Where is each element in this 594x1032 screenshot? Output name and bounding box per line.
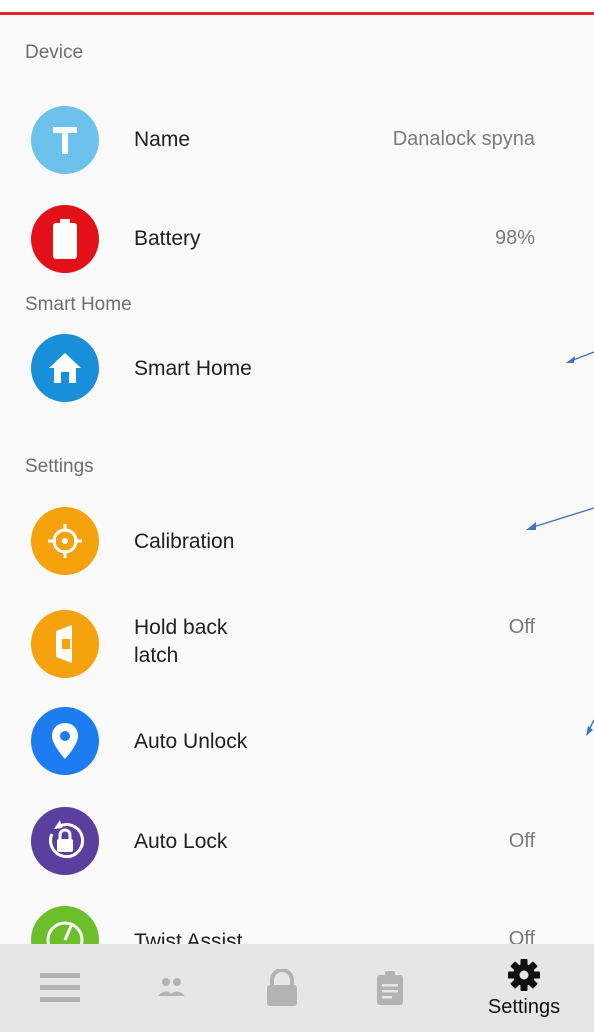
hold-back-latch-label: Hold back latch [134, 614, 227, 670]
row-twist-assist[interactable]: Twist Assist Off [0, 906, 594, 944]
name-label: Name [134, 128, 191, 151]
auto-unlock-label: Auto Unlock [134, 730, 248, 753]
row-battery[interactable]: Battery 98% [0, 200, 594, 280]
calibration-label: Calibration [134, 530, 235, 553]
row-smart-home[interactable]: Smart Home [0, 330, 594, 410]
battery-value: 98% [494, 227, 535, 249]
clipboard-icon [377, 971, 403, 1005]
twist-assist-value: Off [508, 928, 535, 944]
hold-back-latch-label-line1: Hold back [134, 616, 228, 639]
nav-users[interactable] [121, 944, 221, 1032]
section-settings-header: Settings [25, 456, 94, 477]
users-icon [158, 978, 185, 996]
bottom-navigation: Settings [0, 944, 594, 1032]
latch-icon [31, 610, 99, 678]
section-smart-home-header: Smart Home [25, 294, 132, 315]
gear-icon [508, 958, 540, 991]
name-t-icon [31, 106, 99, 174]
home-icon [31, 334, 99, 402]
section-device-header: Device [25, 42, 84, 63]
annotation-arrow-auto-unlock [586, 719, 594, 736]
battery-icon [31, 205, 99, 273]
auto-lock-label: Auto Lock [134, 830, 228, 853]
auto-lock-value: Off [508, 830, 535, 852]
nav-log[interactable] [340, 944, 440, 1032]
twist-assist-label: Twist Assist [134, 930, 243, 944]
crosshair-icon [31, 507, 99, 575]
row-hold-back-latch[interactable]: Hold back latch Off [0, 604, 594, 684]
row-auto-unlock[interactable]: Auto Unlock [0, 702, 594, 782]
smart-home-label: Smart Home [134, 357, 252, 380]
settings-list[interactable]: Device Name Danalock spyna Battery 98% S… [0, 0, 594, 944]
row-calibration[interactable]: Calibration [0, 502, 594, 582]
nav-settings-label: Settings [487, 995, 561, 1018]
twist-assist-icon [31, 906, 99, 944]
nav-lock[interactable] [232, 944, 332, 1032]
annotation-arrow-smart-home [566, 351, 594, 363]
lock-icon [267, 969, 297, 1006]
auto-lock-icon [31, 807, 99, 875]
nav-settings[interactable]: Settings [474, 944, 574, 1032]
nav-menu[interactable] [10, 944, 110, 1032]
menu-icon [40, 973, 80, 1002]
hold-back-latch-label-line2: latch [134, 644, 179, 667]
annotation-arrow-calibration [526, 507, 594, 530]
row-name[interactable]: Name Danalock spyna [0, 100, 594, 180]
hold-back-latch-value: Off [508, 616, 535, 638]
location-pin-icon [31, 707, 99, 775]
row-auto-lock[interactable]: Auto Lock Off [0, 802, 594, 882]
battery-label: Battery [134, 227, 201, 250]
name-value: Danalock spyna [392, 128, 535, 150]
